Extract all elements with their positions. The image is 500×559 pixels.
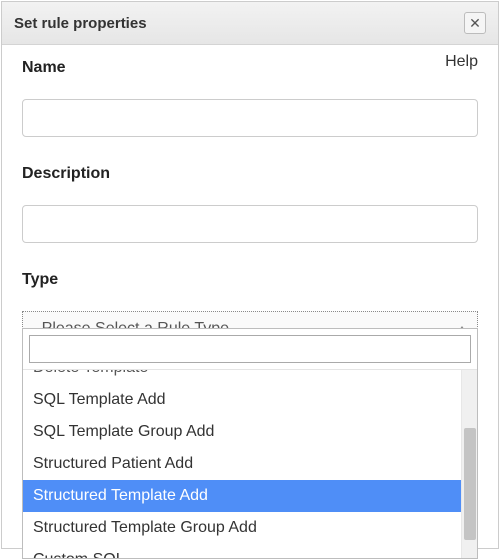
dropdown-option[interactable]: Structured Template Add (23, 480, 461, 512)
help-link[interactable]: Help (445, 53, 478, 71)
dropdown-options-list: Delete Template SQL Template Add SQL Tem… (23, 370, 461, 558)
dropdown-scrollbar[interactable] (461, 370, 477, 558)
dropdown-option[interactable]: Custom SQL (23, 544, 461, 558)
type-dropdown-panel: Delete Template SQL Template Add SQL Tem… (22, 328, 478, 559)
description-input[interactable] (22, 205, 478, 243)
scroll-thumb[interactable] (464, 428, 476, 540)
type-label: Type (22, 271, 478, 289)
rule-properties-dialog: Set rule properties ✕ Help Name Descript… (1, 1, 499, 549)
dropdown-option[interactable]: Delete Template (23, 370, 461, 384)
name-label: Name (22, 59, 478, 77)
dropdown-option[interactable]: SQL Template Group Add (23, 416, 461, 448)
dropdown-option[interactable]: Structured Template Group Add (23, 512, 461, 544)
dropdown-search-input[interactable] (29, 335, 471, 363)
close-button[interactable]: ✕ (464, 12, 486, 34)
dropdown-search-wrap (23, 329, 477, 370)
dropdown-options-viewport: Delete Template SQL Template Add SQL Tem… (23, 370, 477, 558)
dialog-titlebar: Set rule properties ✕ (2, 2, 498, 45)
dropdown-option[interactable]: SQL Template Add (23, 384, 461, 416)
dialog-title: Set rule properties (14, 15, 147, 32)
description-label: Description (22, 165, 478, 183)
close-icon: ✕ (469, 16, 481, 30)
dropdown-option[interactable]: Structured Patient Add (23, 448, 461, 480)
dialog-body: Help Name Description Type --Please Sele… (2, 45, 498, 347)
name-input[interactable] (22, 99, 478, 137)
